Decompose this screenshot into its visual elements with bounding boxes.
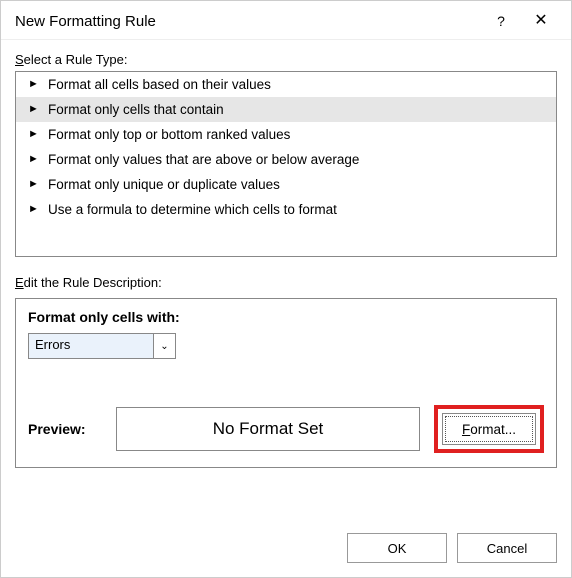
rule-type-item[interactable]: ► Format only unique or duplicate values: [16, 172, 556, 197]
select-rule-type-label: Select a Rule Type:: [15, 52, 557, 67]
rule-type-item[interactable]: ► Use a formula to determine which cells…: [16, 197, 556, 222]
rule-description-box: Format only cells with: Errors ⌄ Preview…: [15, 298, 557, 468]
format-button-text: ormat...: [470, 422, 516, 437]
format-button-highlight: Format...: [434, 405, 544, 453]
preview-row: Preview: No Format Set Format...: [28, 405, 544, 453]
criteria-combobox[interactable]: Errors ⌄: [28, 333, 176, 359]
titlebar: New Formatting Rule ? ✕: [1, 1, 571, 40]
rule-type-item[interactable]: ► Format only values that are above or b…: [16, 147, 556, 172]
edit-rule-description-label: Edit the Rule Description:: [15, 275, 557, 290]
criteria-combobox-value: Errors: [29, 334, 153, 358]
pointer-icon: ►: [28, 79, 40, 90]
edit-desc-text: dit the Rule Description:: [24, 275, 162, 290]
select-rule-accelerator: S: [15, 52, 24, 67]
rule-type-text: Use a formula to determine which cells t…: [48, 202, 337, 217]
rule-type-text: Format only top or bottom ranked values: [48, 127, 290, 142]
pointer-icon: ►: [28, 179, 40, 190]
close-button[interactable]: ✕: [521, 10, 561, 32]
format-only-cells-with-label: Format only cells with:: [28, 309, 544, 325]
dialog-title: New Formatting Rule: [15, 13, 481, 30]
new-formatting-rule-dialog: New Formatting Rule ? ✕ Select a Rule Ty…: [0, 0, 572, 578]
help-button[interactable]: ?: [481, 9, 521, 33]
select-rule-text: elect a Rule Type:: [24, 52, 128, 67]
pointer-icon: ►: [28, 204, 40, 215]
ok-button[interactable]: OK: [347, 533, 447, 563]
rule-type-item[interactable]: ► Format only cells that contain: [16, 97, 556, 122]
chevron-down-icon[interactable]: ⌄: [153, 334, 175, 358]
pointer-icon: ►: [28, 154, 40, 165]
preview-label: Preview:: [28, 421, 102, 437]
pointer-icon: ►: [28, 104, 40, 115]
rule-type-list[interactable]: ► Format all cells based on their values…: [15, 71, 557, 257]
dialog-footer: OK Cancel: [1, 519, 571, 577]
format-accelerator: F: [462, 422, 470, 437]
dialog-content: Select a Rule Type: ► Format all cells b…: [1, 40, 571, 519]
rule-type-text: Format only values that are above or bel…: [48, 152, 359, 167]
rule-type-text: Format only unique or duplicate values: [48, 177, 280, 192]
rule-type-item[interactable]: ► Format all cells based on their values: [16, 72, 556, 97]
rule-type-text: Format only cells that contain: [48, 102, 224, 117]
edit-desc-accelerator: E: [15, 275, 24, 290]
format-button[interactable]: Format...: [442, 413, 536, 445]
pointer-icon: ►: [28, 129, 40, 140]
rule-type-item[interactable]: ► Format only top or bottom ranked value…: [16, 122, 556, 147]
cancel-button[interactable]: Cancel: [457, 533, 557, 563]
rule-type-text: Format all cells based on their values: [48, 77, 271, 92]
preview-box: No Format Set: [116, 407, 420, 451]
